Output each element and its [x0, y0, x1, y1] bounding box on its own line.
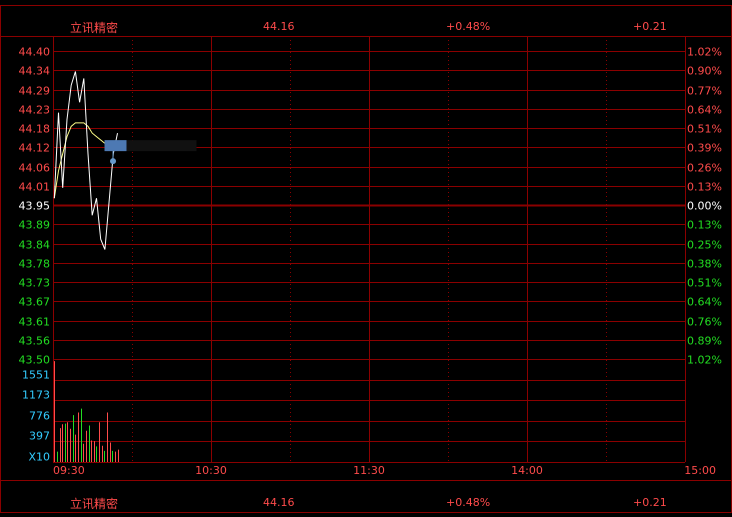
price-tick-label: 44.06	[19, 162, 51, 175]
price-tick-label: 43.89	[19, 219, 51, 232]
volume-tick-label: 397	[29, 430, 50, 443]
cursor-tag	[104, 140, 127, 152]
pct-tick-label: 0.64%	[687, 104, 722, 117]
pct-tick-label: 0.89%	[687, 335, 722, 348]
pct-tick-label: 1.02%	[687, 354, 722, 367]
pct-tick-label: 0.26%	[687, 162, 722, 175]
cursor-tag-shadow	[126, 140, 197, 152]
pct-tick-label: 0.51%	[687, 123, 722, 136]
price-tick-label: 44.34	[19, 65, 51, 78]
footer-change-pct-label: +0.48%	[446, 496, 491, 509]
price-tick-label: 43.61	[19, 316, 51, 329]
intraday-chart: 44.40 1.02% 44.34 0.90% 44.29 0.77% 44.23 0.64%…	[0, 5, 732, 513]
pct-tick-label: 0.90%	[687, 65, 722, 78]
time-tick-label: 10:30	[195, 464, 227, 477]
pct-tick-label: 0.39%	[687, 142, 722, 155]
pct-tick-label: 0.25%	[687, 239, 722, 252]
time-tick-label: 14:00	[511, 464, 543, 477]
price-tick-label: 43.56	[19, 335, 51, 348]
volume-tick-label: X10	[28, 451, 50, 464]
price-tick-label: 43.84	[19, 239, 51, 252]
time-tick-label: 11:30	[353, 464, 385, 477]
pct-tick-label: 0.38%	[687, 258, 722, 271]
volume-tick-label: 1173	[22, 389, 50, 402]
price-tick-label: 44.40	[19, 46, 51, 59]
change-pct-label: +0.48%	[446, 20, 491, 33]
price-tick-label: 44.12	[19, 142, 51, 155]
price-tick-label: 44.01	[19, 181, 51, 194]
change-label: +0.21	[633, 20, 667, 33]
price-tick-label: 43.73	[19, 277, 51, 290]
pct-tick-label: 0.64%	[687, 296, 722, 309]
pct-tick-label: 0.13%	[687, 219, 722, 232]
price-tick-label: 43.78	[19, 258, 51, 271]
pct-tick-label: 0.76%	[687, 316, 722, 329]
cursor-dot	[110, 158, 117, 165]
pct-tick-label: 0.13%	[687, 181, 722, 194]
price-line	[53, 71, 118, 250]
pct-tick-label: 1.02%	[687, 46, 722, 59]
price-label: 44.16	[263, 20, 295, 33]
price-tick-label: 44.29	[19, 85, 51, 98]
stock-name-label: 立讯精密	[70, 21, 119, 35]
pct-tick-label: 0.51%	[687, 277, 722, 290]
time-tick-label: 09:30	[53, 464, 85, 477]
price-tick-label: 43.67	[19, 296, 51, 309]
price-tick-label: 44.23	[19, 104, 51, 117]
price-tick-label: 43.50	[19, 354, 51, 367]
footer-change-label: +0.21	[633, 496, 667, 509]
volume-tick-label: 1551	[22, 369, 50, 382]
pct-tick-label: 0.77%	[687, 85, 722, 98]
pct-tick-label: 0.00%	[687, 200, 722, 213]
price-tick-label: 44.18	[19, 123, 51, 136]
time-tick-label: 15:00	[684, 464, 716, 477]
footer-price-label: 44.16	[263, 496, 295, 509]
outer-frame	[0, 5, 732, 513]
volume-tick-label: 776	[29, 410, 50, 423]
footer-stock-name-label: 立讯精密	[70, 497, 119, 511]
price-tick-label: 43.95	[19, 200, 51, 213]
